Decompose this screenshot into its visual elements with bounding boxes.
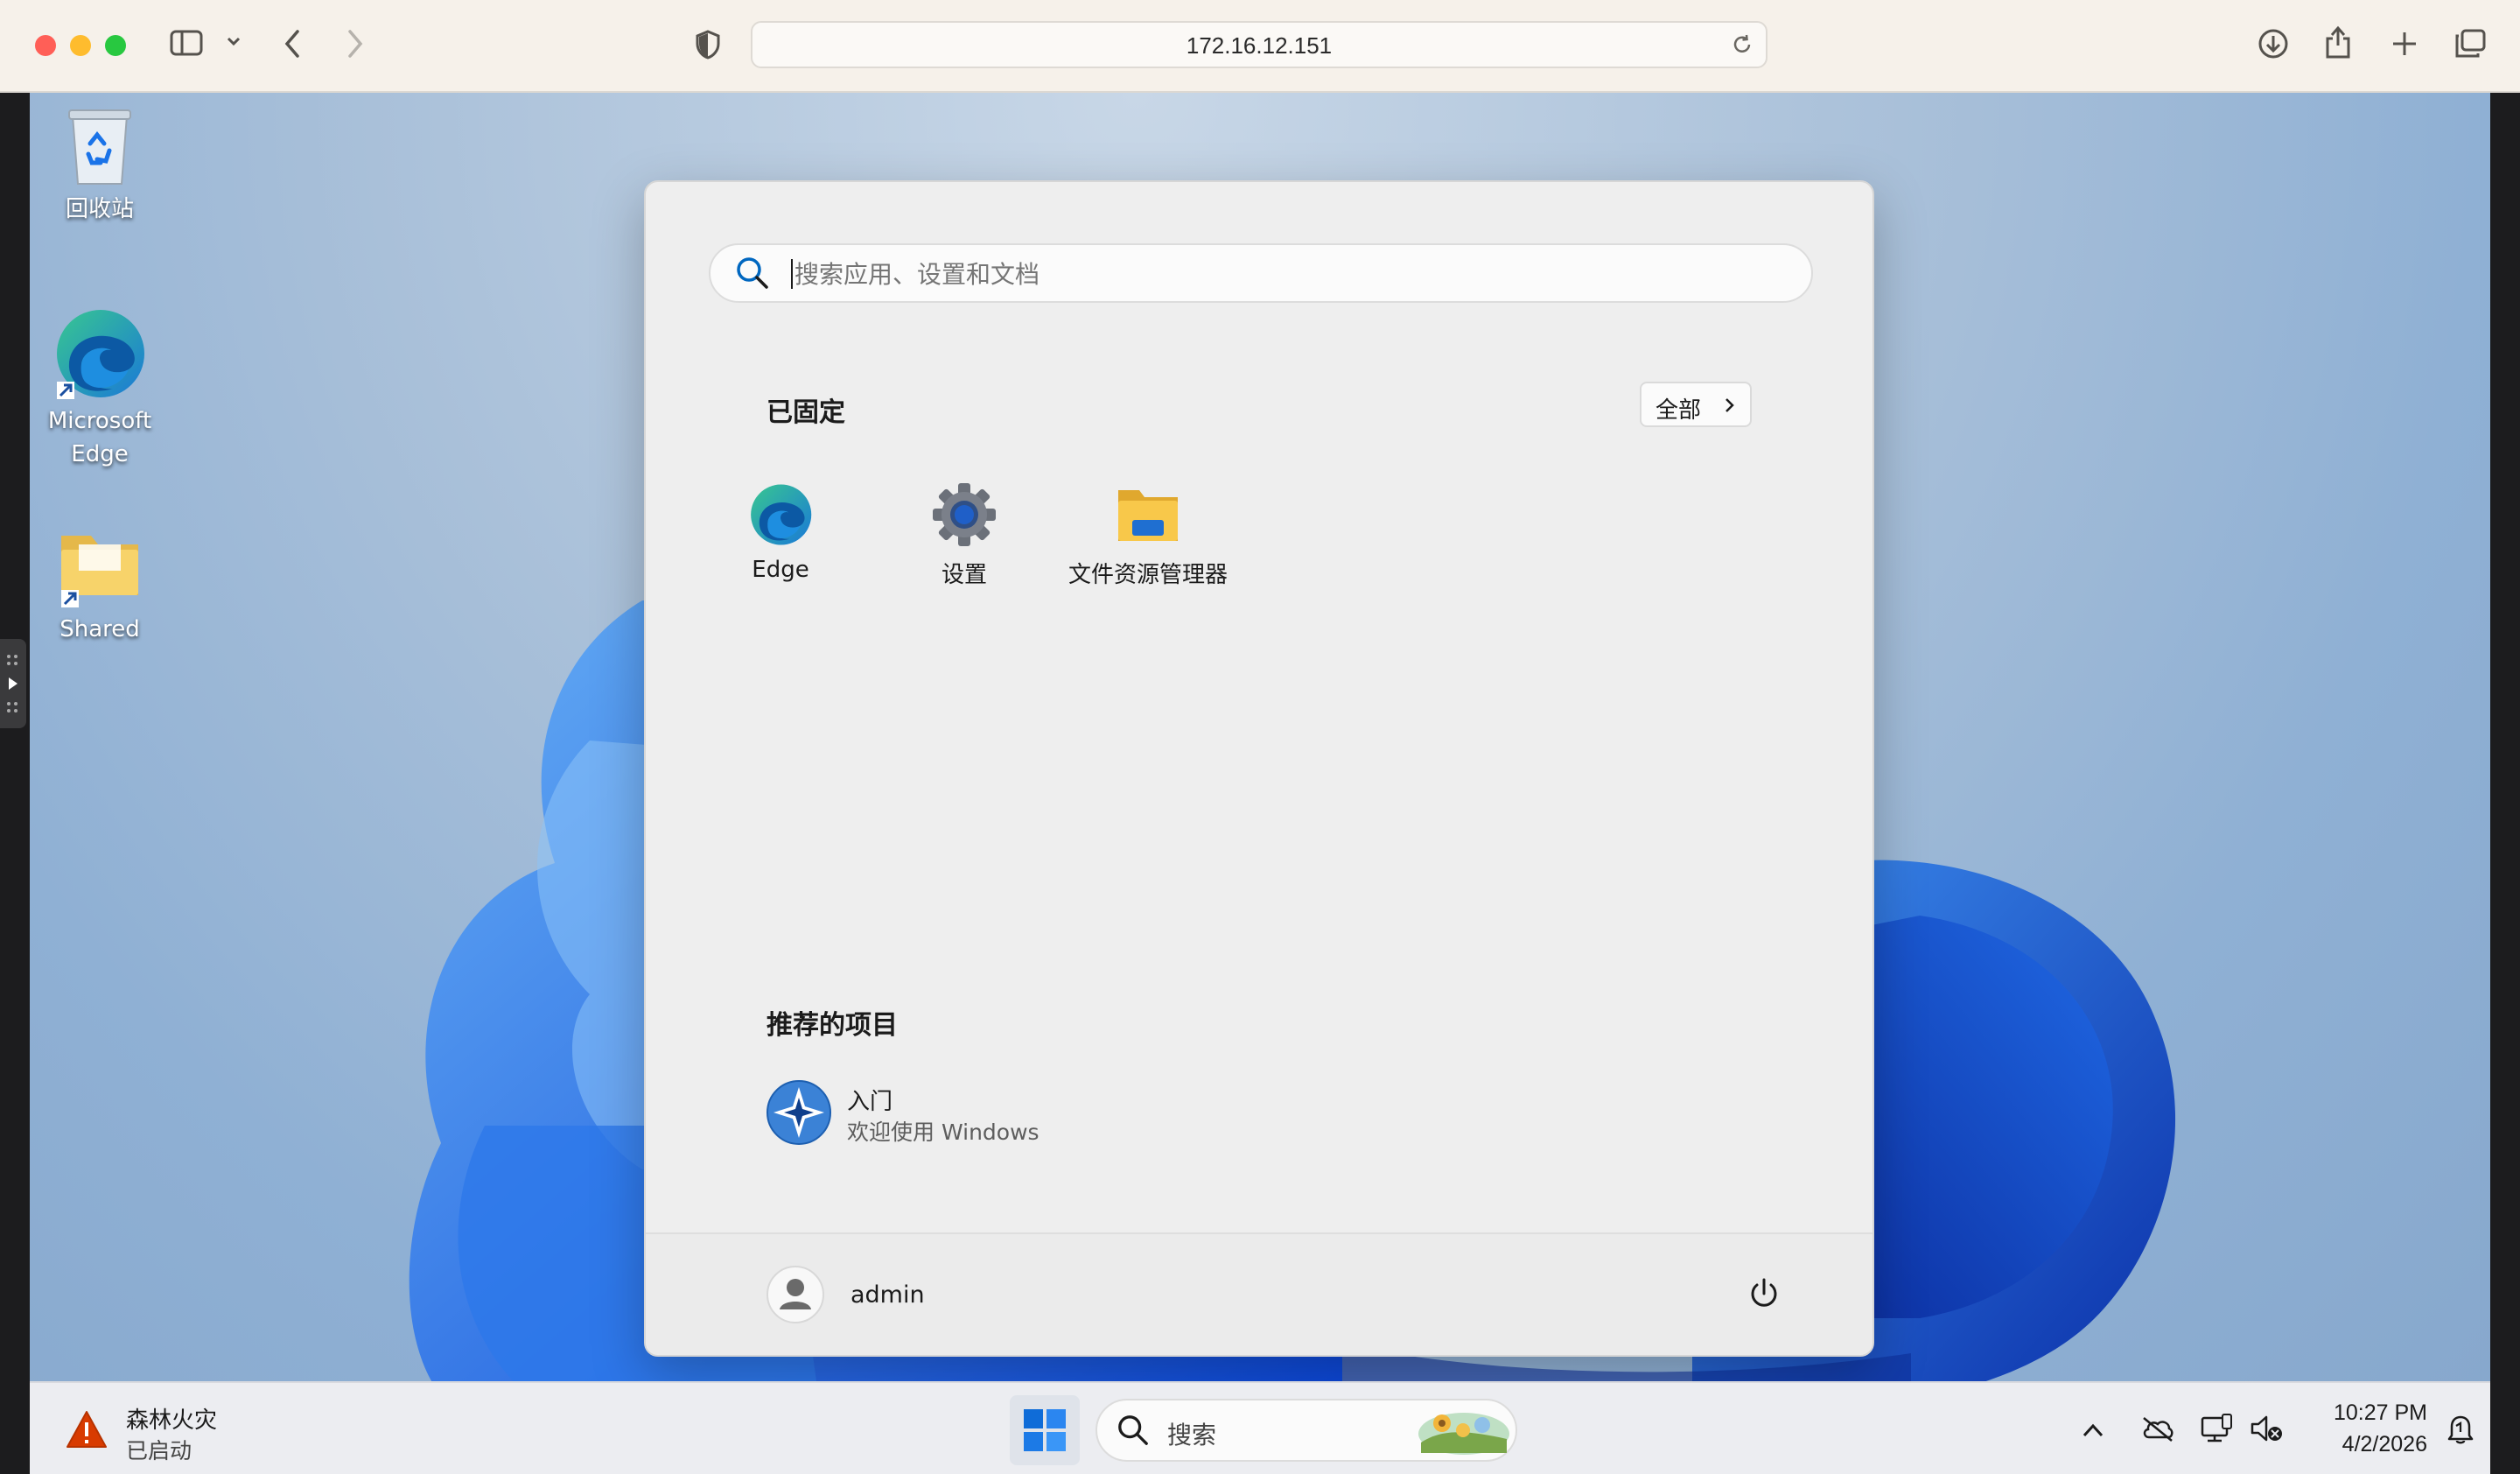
windows-logo-icon: [1024, 1409, 1066, 1451]
all-apps-label: 全部: [1656, 397, 1702, 424]
forward-icon[interactable]: [345, 28, 366, 63]
get-started-icon: [766, 1080, 831, 1145]
recycle-bin-icon: [68, 109, 131, 185]
pinned-app-file-explorer[interactable]: 文件资源管理器: [1052, 471, 1244, 589]
downloads-icon[interactable]: [2258, 28, 2289, 63]
edge-icon: [751, 484, 812, 545]
pinned-app-edge[interactable]: Edge: [684, 471, 877, 583]
start-search-box[interactable]: [709, 243, 1813, 303]
url-text: 172.16.12.151: [1186, 32, 1333, 59]
onedrive-offline-icon[interactable]: [2140, 1414, 2175, 1442]
start-button[interactable]: [1010, 1395, 1080, 1465]
desktop-icon-label: Microsoft Edge: [47, 408, 152, 467]
search-highlight-illustration-icon: [1418, 1413, 1509, 1455]
pinned-app-label: Edge: [752, 557, 809, 583]
desktop-icon-recycle-bin[interactable]: 回收站: [38, 105, 161, 226]
new-tab-icon[interactable]: [2390, 30, 2418, 61]
clock-time: 10:27 PM: [2333, 1400, 2427, 1425]
edge-icon: [57, 310, 144, 399]
search-icon: [737, 257, 768, 289]
volume-muted-icon[interactable]: [2249, 1413, 2284, 1444]
warning-icon: [66, 1411, 107, 1448]
weather-title: 森林火灾: [126, 1407, 218, 1434]
sidebar-toggle-icon[interactable]: [170, 30, 203, 56]
taskbar-search-box[interactable]: 搜索: [1096, 1399, 1517, 1462]
recommended-item-title: 入门: [847, 1089, 893, 1115]
notification-bell-icon[interactable]: [2445, 1413, 2476, 1446]
clock[interactable]: 10:27 PM 4/2/2026: [2305, 1397, 2427, 1463]
desktop-icon-label: 回收站: [65, 196, 134, 222]
folder-icon: [61, 536, 138, 607]
power-icon[interactable]: [1746, 1276, 1782, 1311]
search-icon: [1118, 1415, 1148, 1445]
chevron-down-icon[interactable]: [226, 33, 242, 53]
chevron-up-icon[interactable]: [2081, 1421, 2105, 1439]
recommended-item-subtitle: 欢迎使用 Windows: [847, 1120, 1040, 1145]
remote-desktop[interactable]: 回收站 Microsoft Edge Shared 搜索应用、设置和文档 已固定…: [30, 93, 2490, 1474]
share-icon[interactable]: [2324, 25, 2352, 63]
recommended-section-title: 推荐的项目: [766, 1010, 898, 1041]
user-account-button[interactable]: admin: [766, 1264, 976, 1325]
privacy-shield-icon[interactable]: [695, 30, 721, 63]
clock-date: 4/2/2026: [2342, 1432, 2427, 1456]
address-bar[interactable]: 172.16.12.151: [751, 21, 1768, 68]
folder-icon: [1118, 490, 1178, 541]
taskbar-search-label: 搜索: [1167, 1421, 1217, 1449]
sidebar-handle[interactable]: [0, 639, 26, 728]
browser-toolbar: 172.16.12.151: [0, 0, 2520, 93]
back-icon[interactable]: [282, 28, 303, 63]
zoom-window-button[interactable]: [105, 35, 126, 56]
weather-widget[interactable]: 森林火灾 已启动: [56, 1392, 248, 1467]
network-icon[interactable]: [2200, 1413, 2235, 1444]
desktop-icon-shared[interactable]: Shared: [38, 525, 161, 646]
gear-icon: [933, 483, 996, 546]
taskbar: 森林火灾 已启动 搜索 10:27 PM 4/2/2026: [30, 1381, 2490, 1474]
start-search-input[interactable]: [793, 254, 1759, 294]
pinned-app-label: 文件资源管理器: [1068, 562, 1228, 588]
all-apps-button[interactable]: 全部: [1640, 382, 1752, 427]
reload-icon[interactable]: [1731, 33, 1754, 60]
user-name: admin: [850, 1281, 925, 1309]
desktop-icon-edge[interactable]: Microsoft Edge: [38, 306, 161, 471]
chevron-right-icon: [1726, 398, 1734, 412]
pinned-app-label: 设置: [941, 562, 987, 588]
minimize-window-button[interactable]: [70, 35, 91, 56]
pinned-app-settings[interactable]: 设置: [868, 471, 1060, 589]
tab-overview-icon[interactable]: [2454, 28, 2487, 63]
start-menu: 已固定 全部 Edge: [644, 180, 1874, 1357]
close-window-button[interactable]: [35, 35, 56, 56]
desktop-icon-label: Shared: [60, 616, 140, 642]
avatar-icon: [766, 1266, 824, 1323]
recommended-item[interactable]: 入门 欢迎使用 Windows: [754, 1070, 1122, 1157]
pinned-section-title: 已固定: [766, 397, 845, 428]
weather-subtitle: 已启动: [126, 1438, 192, 1463]
start-menu-footer: admin: [646, 1232, 1872, 1355]
